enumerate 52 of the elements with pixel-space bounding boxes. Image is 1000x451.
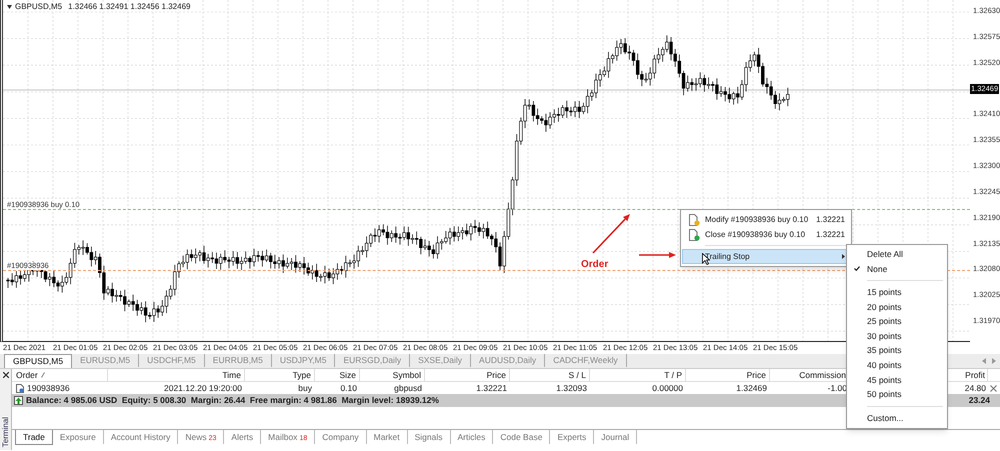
terminal-tab[interactable]: Articles <box>450 430 494 444</box>
balance-summary: Balance: 4 985.06 USD Equity: 5 008.30 Margin: 26.44 Free margin: 4 981.86 Margin level: 18939.12% <box>26 394 439 407</box>
column-header[interactable]: Price <box>486 368 506 382</box>
total-profit: 23.24 <box>968 394 990 407</box>
terminal-tab[interactable]: Experts <box>550 430 594 444</box>
table-cell: 0.00000 <box>652 382 683 394</box>
menu-item[interactable]: Delete All <box>847 247 947 262</box>
menu-item[interactable]: 40 points <box>847 358 947 373</box>
menu-item[interactable]: 20 points <box>847 300 947 314</box>
table-cell: 0.10 <box>340 382 357 394</box>
terminal-tab[interactable]: Signals <box>408 430 450 444</box>
terminal-tab[interactable]: Code Base <box>493 430 550 444</box>
chart-tab[interactable]: GBPUSD,M5 <box>4 354 72 368</box>
menu-item[interactable]: None <box>847 262 947 276</box>
table-cell: 2021.12.20 19:20:00 <box>164 382 242 394</box>
column-header[interactable]: Profit <box>965 368 985 382</box>
column-header[interactable]: Price <box>746 368 766 382</box>
terminal-tab[interactable]: Company <box>315 430 367 444</box>
terminal-tab[interactable]: Trade <box>15 430 53 445</box>
table-cell: 1.32469 <box>736 382 767 394</box>
column-header[interactable]: Order <box>16 368 38 382</box>
column-header[interactable]: T / P <box>664 368 682 382</box>
annotation-label: Order <box>581 258 608 272</box>
column-header[interactable]: Symbol <box>392 368 421 382</box>
menu-item[interactable]: 15 points <box>847 285 947 300</box>
menu-item[interactable]: 50 points <box>847 387 947 402</box>
chart-symbol: GBPUSD,M5 <box>15 1 62 13</box>
terminal-title: Terminal <box>0 416 10 447</box>
terminal-tab[interactable]: Market <box>366 430 408 444</box>
column-header[interactable]: Commission <box>799 368 846 382</box>
table-cell: 1.32093 <box>556 382 587 394</box>
column-header[interactable]: Size <box>339 368 356 382</box>
terminal-tab[interactable]: Alerts <box>224 430 262 444</box>
column-header[interactable]: S / L <box>568 368 586 382</box>
menu-item[interactable]: Close #190938936 buy 0.10 1.32221 <box>682 227 850 242</box>
terminal-tab[interactable]: Exposure <box>52 430 104 444</box>
table-cell: gbpusd <box>394 382 422 394</box>
menu-item[interactable]: 45 points <box>847 372 947 388</box>
menu-item[interactable]: 35 points <box>847 344 947 358</box>
table-cell: buy <box>298 382 312 394</box>
terminal-tab[interactable]: Journal <box>594 430 638 444</box>
table-cell: 24.80 <box>964 382 986 394</box>
terminal-tab[interactable]: Account History <box>104 430 178 444</box>
menu-item[interactable]: Modify #190938936 buy 0.10 1.32221 <box>682 212 850 227</box>
table-cell: 1.32221 <box>476 382 507 394</box>
column-header[interactable]: Type <box>292 368 311 382</box>
menu-item[interactable]: Custom... <box>847 410 947 426</box>
column-header[interactable]: Time <box>222 368 241 382</box>
chart-ohlc: 1.32466 1.32491 1.32456 1.32469 <box>68 1 190 13</box>
menu-item[interactable]: 25 points <box>847 314 947 329</box>
table-cell: 190938936 <box>27 382 70 394</box>
menu-item[interactable]: 30 points <box>847 328 947 344</box>
